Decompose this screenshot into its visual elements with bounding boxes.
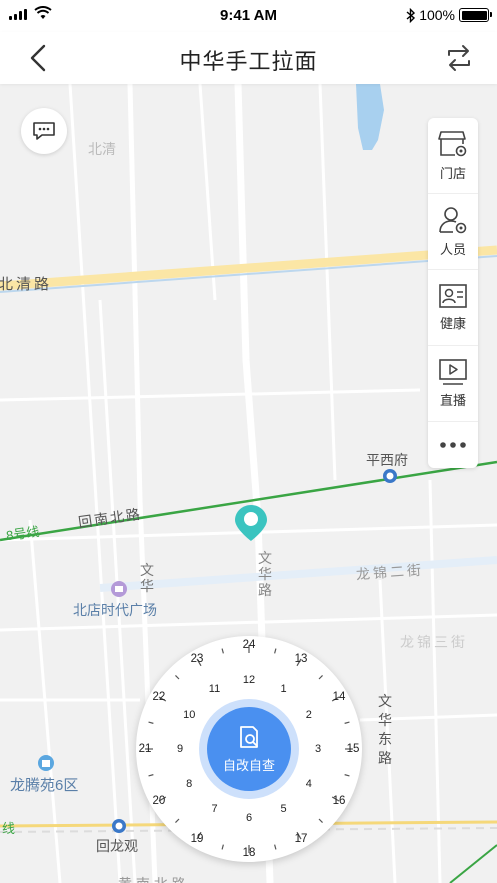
dial-hour-number[interactable]: 10 [183, 709, 195, 721]
dial-hour-number[interactable]: 7 [211, 803, 217, 815]
side-panel: 门店 人员 健康 直播 [428, 118, 478, 468]
dial-hour-number[interactable]: 17 [295, 833, 308, 845]
dial-tick [148, 721, 154, 724]
dial-hour-number[interactable]: 18 [243, 847, 256, 859]
dial-hour-number[interactable]: 19 [191, 833, 204, 845]
live-play-icon [439, 359, 467, 385]
dial-tick [148, 774, 154, 777]
dial-tick [318, 675, 323, 680]
battery-percent: 100% [419, 7, 455, 23]
page-title: 中华手工拉面 [179, 49, 318, 74]
side-item-label: 健康 [439, 316, 466, 331]
dial-hour-number[interactable]: 1 [280, 683, 286, 695]
message-button[interactable] [21, 108, 67, 154]
location-pin-icon[interactable] [233, 503, 269, 543]
switch-icon[interactable] [443, 42, 475, 74]
dial-hour-number[interactable]: 6 [246, 812, 252, 824]
road-label-wenhua-donglu: 文华东路 [378, 693, 392, 766]
side-item-store[interactable]: 门店 [428, 118, 478, 194]
more-dots-icon [440, 442, 466, 448]
dial-hour-number[interactable]: 13 [295, 653, 308, 665]
dial-hour-number[interactable]: 5 [280, 803, 286, 815]
place-label-huilongguan: 回龙观 [96, 838, 138, 854]
water-body [356, 84, 384, 150]
side-item-label: 人员 [439, 242, 466, 257]
dial-hour-number[interactable]: 15 [347, 743, 360, 755]
road-label-wenhualu: 文华路 [258, 550, 272, 598]
self-inspect-button[interactable]: 自改自查 [207, 707, 291, 791]
nav-bar: 中华手工拉面 [0, 32, 497, 84]
road-label-wenhua: 文华 [140, 562, 154, 594]
dial-tick [175, 675, 180, 680]
place-label-longteng: 龙腾苑6区 [10, 777, 79, 794]
dial-hour-number[interactable]: 9 [177, 743, 183, 755]
road-label-longjin-3: 龙锦三街 [400, 634, 468, 650]
dial-hour-number[interactable]: 16 [333, 795, 346, 807]
dial-hour-number[interactable]: 3 [315, 743, 321, 755]
dial-tick [318, 818, 323, 823]
dial-tick [175, 818, 180, 823]
document-search-icon [240, 725, 258, 748]
dial-hour-number[interactable]: 2 [306, 709, 312, 721]
side-item-live[interactable]: 直播 [428, 346, 478, 422]
side-item-staff[interactable]: 人员 [428, 194, 478, 270]
dial-hour-number[interactable]: 8 [186, 778, 192, 790]
id-card-icon [439, 284, 467, 308]
battery-icon [459, 8, 492, 22]
dial-hour-number[interactable]: 21 [139, 743, 152, 755]
dial-hour-number[interactable]: 11 [209, 683, 220, 695]
dial-hour-number[interactable]: 4 [306, 778, 312, 790]
side-item-label: 直播 [439, 393, 466, 408]
place-label-beidian: 北店时代广场 [73, 602, 157, 618]
side-item-health[interactable]: 健康 [428, 270, 478, 346]
dial-tick [221, 648, 224, 654]
store-settings-icon [438, 131, 467, 157]
dial-hour-number[interactable]: 23 [191, 653, 204, 665]
status-bar: 9:41 AM 100% [0, 0, 497, 32]
dial-tick [344, 774, 350, 777]
self-inspect-label: 自改自查 [222, 757, 275, 773]
dial-hour-number[interactable]: 24 [243, 639, 256, 651]
road-label-beiqing: 北清路 [0, 276, 53, 293]
dial-tick [221, 844, 224, 850]
dial-hour-number[interactable]: 20 [153, 795, 166, 807]
dial-hour-number[interactable]: 14 [333, 691, 346, 703]
place-label-pingxifu: 平西府 [366, 452, 408, 468]
place-label-beiqing-cut: 北清 [88, 141, 116, 157]
dial-hour-number[interactable]: 12 [243, 674, 255, 686]
dial-tick [344, 721, 350, 724]
bluetooth-icon [406, 7, 416, 23]
road-label-line-cut: 线 [2, 821, 16, 836]
user-settings-icon [439, 207, 467, 234]
dial-tick [274, 844, 277, 850]
clock-dial[interactable]: 24 13 14 15 16 17 18 19 20 21 22 23 12 1 2 3 4 5 6 7 8 9 10 11 … [136, 636, 362, 862]
dial-hour-number[interactable]: 22 [153, 691, 166, 703]
road-label-bottom-cut: 黄 南 北 路 [118, 874, 186, 883]
dial-tick [274, 648, 277, 654]
side-item-more[interactable] [428, 422, 478, 468]
side-item-label: 门店 [439, 166, 466, 181]
chat-bubble-icon [33, 122, 55, 140]
